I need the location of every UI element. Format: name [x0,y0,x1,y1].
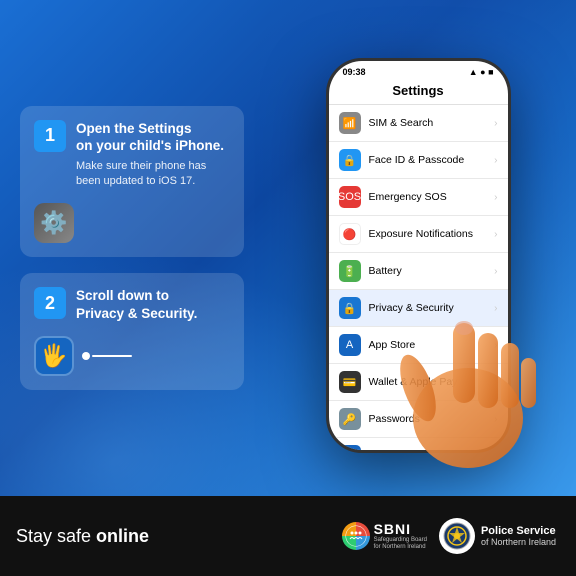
scroll-dot [82,352,90,360]
main-content: 1 Open the Settings on your child's iPho… [0,0,576,496]
emergency-label: Emergency SOS [369,191,487,203]
sim-chevron: › [494,118,497,129]
step-2-number: 2 [34,287,66,319]
step-1-number: 1 [34,120,66,152]
settings-item-exposure[interactable]: 🔴 Exposure Notifications › [329,216,508,253]
settings-item-emergency[interactable]: SOS Emergency SOS › [329,179,508,216]
wallet-icon: 💳 [339,371,361,393]
footer-tagline: Stay safe online [16,526,149,547]
step-1-icon-row: ⚙️ [34,199,230,243]
settings-header: Settings [329,79,508,105]
step-1-subtitle: Make sure their phone has been updated t… [76,159,230,190]
faceid-icon: 🔒 [339,149,361,171]
scroll-hand-icon: 🖐 [34,336,74,376]
sbni-text-block: SBNI Safeguarding Boardfor Northern Irel… [374,521,427,551]
sbni-subtitle: Safeguarding Boardfor Northern Ireland [374,537,427,551]
psni-logo: Police Service of Northern Ireland [439,518,556,554]
mail-icon: ✉ [339,445,361,450]
sbni-circle-icon [342,522,370,550]
step-1-text: Open the Settings on your child's iPhone… [76,120,230,190]
step-2-title: Scroll down to Privacy & Security. [76,287,230,322]
psni-badge-icon [439,518,475,554]
psni-title: Police Service [481,525,556,537]
exposure-icon: 🔴 [339,223,361,245]
step-2-header: 2 Scroll down to Privacy & Security. [34,287,230,322]
footer-logos: SBNI Safeguarding Boardfor Northern Irel… [342,518,556,554]
sbni-logo: SBNI Safeguarding Boardfor Northern Irel… [342,521,427,551]
step-2-card: 2 Scroll down to Privacy & Security. 🖐 [20,273,244,390]
steps-panel: 1 Open the Settings on your child's iPho… [0,86,260,411]
step-1-card: 1 Open the Settings on your child's iPho… [20,106,244,258]
exposure-chevron: › [494,229,497,240]
ios-settings-icon: ⚙️ [34,203,74,243]
hand-overlay [388,268,548,468]
status-time: 09:38 [343,67,366,77]
phone-wrapper: 09:38 ▲ ● ■ Settings 📶 SIM & Search › [318,58,518,478]
faceid-chevron: › [494,155,497,166]
footer-bar: Stay safe online [0,496,576,576]
sim-label: SIM & Search [369,117,487,129]
emergency-chevron: › [494,192,497,203]
sbni-logo-top: SBNI Safeguarding Boardfor Northern Irel… [342,521,427,551]
status-bar: 09:38 ▲ ● ■ [329,61,508,79]
scroll-line [92,355,132,357]
battery-icon: 🔋 [339,260,361,282]
psni-text: Police Service of Northern Ireland [481,525,556,547]
sim-icon: 📶 [339,112,361,134]
exposure-label: Exposure Notifications [369,228,487,240]
privacy-icon: 🔒 [339,297,361,319]
passwords-icon: 🔑 [339,408,361,430]
psni-subtitle: of Northern Ireland [481,537,556,547]
step-2-text: Scroll down to Privacy & Security. [76,287,230,322]
phone-area: 09:38 ▲ ● ■ Settings 📶 SIM & Search › [260,0,576,496]
step-1-header: 1 Open the Settings on your child's iPho… [34,120,230,190]
step-1-title: Open the Settings on your child's iPhone… [76,120,230,155]
settings-item-faceid[interactable]: 🔒 Face ID & Passcode › [329,142,508,179]
sbni-title: SBNI [374,521,427,537]
hand-svg [388,268,548,468]
status-icons: ▲ ● ■ [469,67,494,77]
settings-item-sim[interactable]: 📶 SIM & Search › [329,105,508,142]
scroll-indicator [82,352,132,360]
step-2-icon-row: 🖐 [34,332,230,376]
emergency-icon: SOS [339,186,361,208]
faceid-label: Face ID & Passcode [369,154,487,166]
appstore-icon: A [339,334,361,356]
